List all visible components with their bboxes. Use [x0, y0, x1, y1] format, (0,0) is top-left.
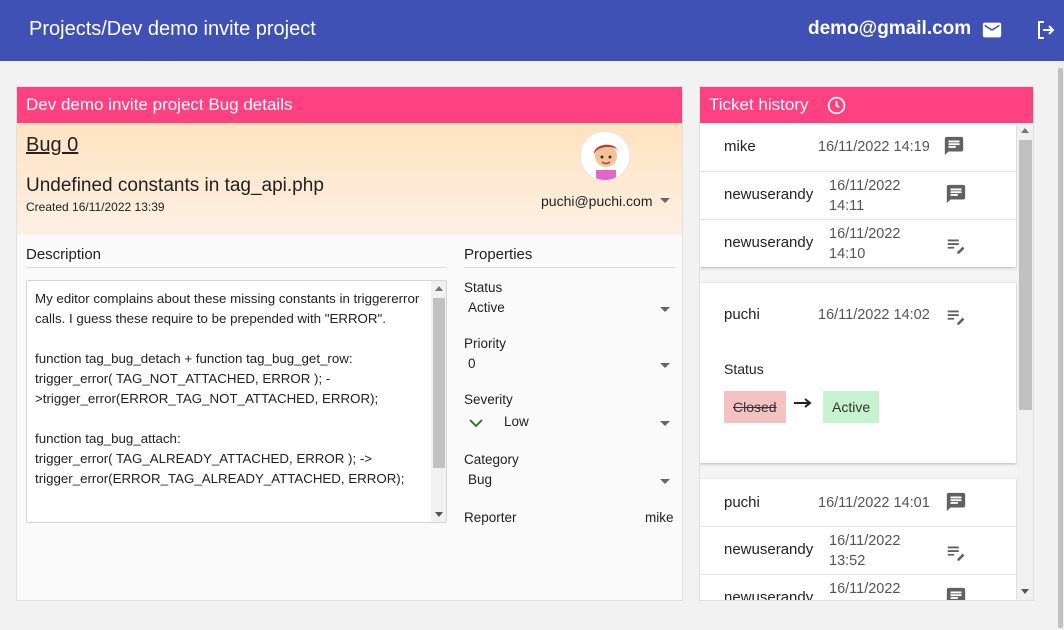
changed-field-label: Status [724, 361, 764, 377]
history-item[interactable]: newuserandy 16/11/2022 13:52 [700, 527, 1016, 575]
chevron-down-icon[interactable] [660, 479, 670, 484]
divider [26, 267, 447, 268]
scroll-up-icon[interactable] [435, 286, 443, 291]
priority-label: Priority [464, 336, 507, 351]
bug-card-header: Dev demo invite project Bug details [17, 87, 682, 123]
severity-label: Severity [464, 392, 513, 407]
scroll-thumb[interactable] [1019, 140, 1032, 410]
history-item[interactable]: newuserandy 16/11/2022 14:11 [700, 172, 1016, 220]
divider [464, 267, 675, 268]
history-date: 16/11/2022 14:02 [818, 307, 930, 323]
description-heading: Description [26, 246, 102, 263]
history-date: 16/11/2022 14:19 [818, 139, 930, 155]
status-select[interactable]: Active [468, 300, 505, 315]
history-group: puchi 16/11/2022 14:01 newuserandy 16/11… [700, 479, 1016, 601]
description-textarea[interactable]: My editor complains about these missing … [26, 280, 447, 523]
scroll-thumb[interactable] [433, 298, 445, 468]
new-value-chip: Active [823, 391, 880, 423]
chevron-down-icon[interactable] [660, 198, 670, 203]
history-item[interactable]: puchi 16/11/2022 14:01 [700, 479, 1016, 527]
scroll-down-icon[interactable] [435, 512, 443, 517]
category-label: Category [464, 452, 519, 467]
page-scrollbar[interactable] [1057, 62, 1064, 630]
history-item[interactable]: mike 16/11/2022 14:19 [700, 124, 1016, 172]
history-user: newuserandy [724, 541, 814, 558]
logout-icon[interactable] [1034, 18, 1058, 42]
chevron-down-icon[interactable] [660, 363, 670, 368]
ticket-history-card: Ticket history mike 16/11/2022 14:19 new… [699, 86, 1034, 601]
breadcrumb[interactable]: Projects/Dev demo invite project [29, 18, 316, 41]
bug-summary: Bug 0 Undefined constants in tag_api.php… [17, 123, 682, 235]
chevron-down-icon[interactable] [660, 307, 670, 312]
comment-icon[interactable] [943, 135, 965, 157]
assignee-select[interactable]: puchi@puchi.com [541, 193, 653, 209]
history-group: mike 16/11/2022 14:19 newuserandy 16/11/… [700, 124, 1016, 267]
severity-low-icon [469, 419, 483, 428]
history-group: puchi 16/11/2022 14:02 Status Closed Act… [700, 283, 1016, 463]
description-text[interactable]: My editor complains about these missing … [35, 289, 427, 489]
bug-created-date: Created 16/11/2022 13:39 [26, 200, 165, 214]
history-user: puchi [724, 306, 760, 323]
comment-icon[interactable] [945, 491, 967, 513]
edit-note-icon[interactable] [945, 305, 967, 327]
arrow-right-icon [794, 398, 812, 408]
history-item[interactable]: newuserandy 16/11/2022 [700, 575, 1016, 601]
avatar-illustration [581, 132, 629, 180]
comment-icon[interactable] [945, 183, 967, 205]
history-scrollbar[interactable] [1017, 123, 1033, 600]
scroll-down-icon[interactable] [1021, 589, 1029, 594]
history-user: newuserandy [724, 234, 814, 251]
status-label: Status [464, 280, 503, 295]
scroll-up-icon[interactable] [1021, 128, 1029, 133]
reporter-label: Reporter [464, 510, 517, 525]
history-user: puchi [724, 494, 760, 511]
edit-note-icon[interactable] [945, 234, 967, 256]
history-date: 16/11/2022 14:11 [829, 178, 901, 214]
history-title: Ticket history [709, 95, 809, 114]
history-date: 16/11/2022 14:01 [818, 495, 930, 511]
chevron-down-icon[interactable] [660, 421, 670, 426]
bug-details-card: Dev demo invite project Bug details Bug … [16, 86, 683, 601]
bug-link[interactable]: Bug 0 [26, 134, 78, 157]
edit-note-icon[interactable] [945, 541, 967, 563]
history-date: 16/11/2022 14:10 [829, 226, 901, 262]
history-item[interactable]: newuserandy 16/11/2022 14:10 [700, 220, 1016, 268]
history-user: newuserandy [724, 589, 814, 601]
history-header: Ticket history [700, 87, 1033, 123]
comment-icon[interactable] [945, 586, 967, 601]
reporter-value: mike [645, 510, 674, 525]
clock-icon [827, 96, 846, 115]
assignee-avatar[interactable] [580, 131, 630, 181]
priority-select[interactable]: 0 [468, 356, 476, 371]
properties-heading: Properties [464, 246, 533, 263]
top-app-bar: Projects/Dev demo invite project demo@gm… [0, 0, 1064, 61]
old-value-chip: Closed [724, 391, 786, 423]
history-date: 16/11/2022 13:52 [829, 533, 901, 569]
description-scrollbar[interactable] [431, 281, 446, 522]
history-user: mike [724, 138, 756, 155]
bug-title: Undefined constants in tag_api.php [26, 175, 324, 196]
history-user: newuserandy [724, 186, 814, 203]
mail-icon[interactable] [981, 19, 1003, 41]
category-select[interactable]: Bug [468, 472, 492, 487]
user-email: demo@gmail.com [808, 18, 972, 39]
severity-select[interactable]: Low [504, 414, 529, 429]
history-date: 16/11/2022 [829, 581, 901, 597]
